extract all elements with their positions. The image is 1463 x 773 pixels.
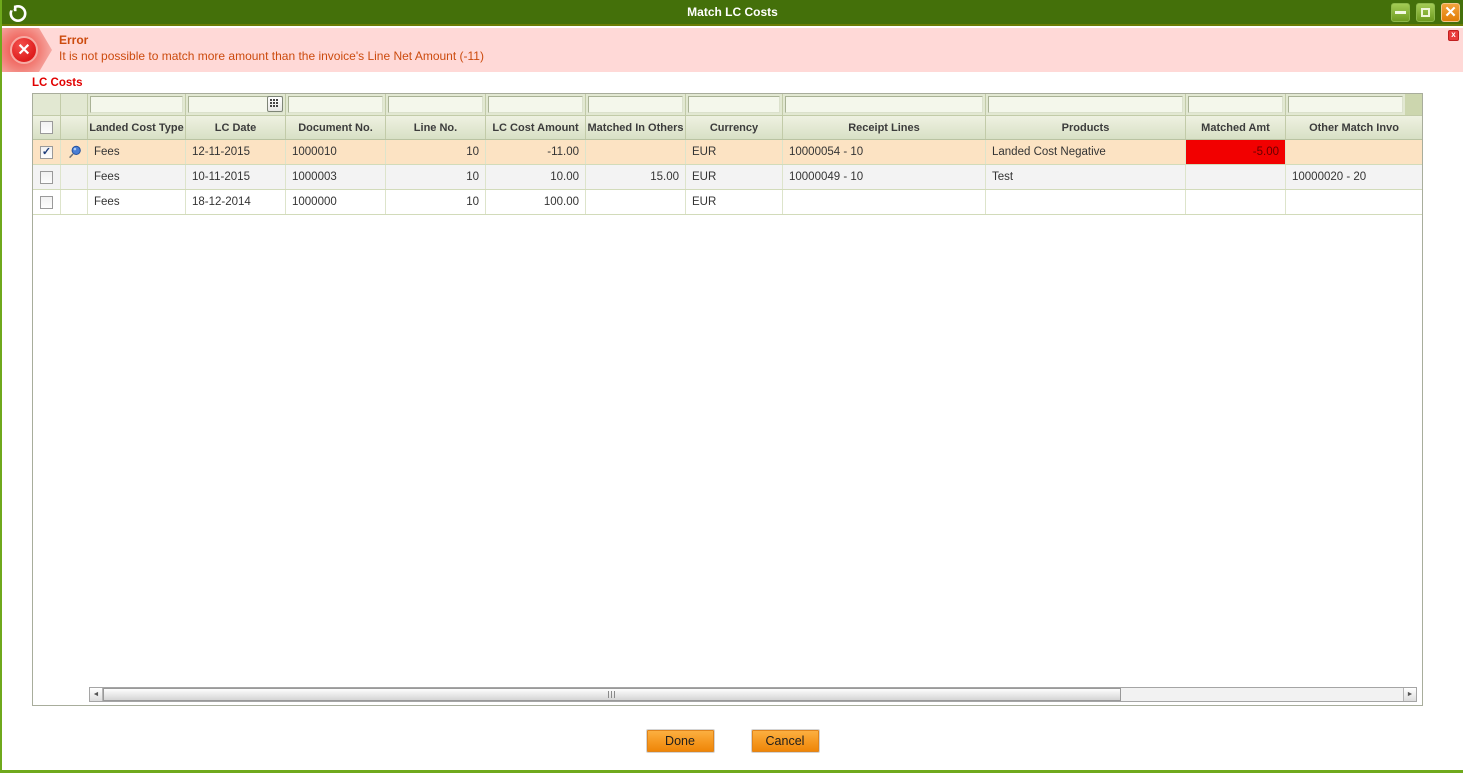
row-checkbox[interactable]: ✓ (40, 146, 53, 159)
cell-line-no: 10 (386, 140, 486, 164)
maximize-button[interactable] (1416, 3, 1435, 22)
col-landed-cost-type[interactable]: Landed Cost Type (88, 116, 186, 139)
pin-column-header[interactable] (61, 116, 88, 139)
done-button[interactable]: Done (646, 729, 715, 753)
minimize-icon (1395, 11, 1406, 14)
cell-lc-date: 10-11-2015 (186, 165, 286, 189)
cell-receipt-lines: 10000049 - 10 (783, 165, 986, 189)
cell-document-no: 1000000 (286, 190, 386, 214)
lc-costs-label: LC Costs (32, 77, 82, 89)
col-lc-cost-amount[interactable]: LC Cost Amount (486, 116, 586, 139)
col-document-no[interactable]: Document No. (286, 116, 386, 139)
filter-products[interactable] (986, 94, 1186, 115)
error-icon: ✕ (10, 36, 38, 64)
filter-matched-amt[interactable] (1186, 94, 1286, 115)
table-row[interactable]: Fees 18-12-2014 1000000 10 100.00 EUR (33, 190, 1422, 215)
error-title: Error (59, 33, 88, 47)
col-matched-amt[interactable]: Matched Amt (1186, 116, 1286, 139)
header-row: Landed Cost Type LC Date Document No. Li… (33, 116, 1422, 140)
cell-currency: EUR (686, 165, 783, 189)
col-lc-date[interactable]: LC Date (186, 116, 286, 139)
filter-cell-pin (61, 94, 88, 115)
grid-empty-area (33, 215, 1422, 705)
cell-matched-in-others (586, 190, 686, 214)
match-lc-costs-dialog: Match LC Costs ✕ ✕ Error It is not possi… (0, 0, 1463, 773)
close-button[interactable]: ✕ (1441, 3, 1460, 22)
col-products[interactable]: Products (986, 116, 1186, 139)
cancel-button[interactable]: Cancel (751, 729, 820, 753)
date-picker-icon[interactable] (267, 96, 283, 112)
cell-matched-amt (1186, 190, 1286, 214)
cell-currency: EUR (686, 190, 783, 214)
cell-matched-amt-error[interactable]: -5.00 (1186, 140, 1286, 164)
filter-line-no[interactable] (386, 94, 486, 115)
cell-other-match-invoice (1286, 190, 1422, 214)
col-other-match-invoice[interactable]: Other Match Invo (1286, 116, 1422, 139)
cell-lc-cost-amount: 10.00 (486, 165, 586, 189)
cell-matched-amt (1186, 165, 1286, 189)
window-title: Match LC Costs (2, 5, 1463, 19)
filter-currency[interactable] (686, 94, 783, 115)
cell-landed-cost-type: Fees (88, 140, 186, 164)
col-currency[interactable]: Currency (686, 116, 783, 139)
row-checkbox[interactable] (40, 196, 53, 209)
filter-row (33, 94, 1422, 116)
col-matched-in-others[interactable]: Matched In Others (586, 116, 686, 139)
filter-receipt-lines[interactable] (783, 94, 986, 115)
cell-lc-date: 18-12-2014 (186, 190, 286, 214)
cell-matched-in-others (586, 140, 686, 164)
horizontal-scrollbar[interactable]: ◄ ► (89, 687, 1417, 702)
cell-landed-cost-type: Fees (88, 165, 186, 189)
select-all-checkbox[interactable] (40, 121, 53, 134)
minimize-button[interactable] (1391, 3, 1410, 22)
scroll-left-icon[interactable]: ◄ (90, 688, 103, 701)
cell-other-match-invoice: 10000020 - 20 (1286, 165, 1422, 189)
filter-lc-date[interactable] (186, 94, 286, 115)
filter-cell-checkbox (33, 94, 61, 115)
cell-other-match-invoice (1286, 140, 1422, 164)
cell-lc-cost-amount: 100.00 (486, 190, 586, 214)
cell-line-no: 10 (386, 190, 486, 214)
footer: Done Cancel (2, 729, 1463, 753)
cell-lc-date: 12-11-2015 (186, 140, 286, 164)
table-row[interactable]: Fees 10-11-2015 1000003 10 10.00 15.00 E… (33, 165, 1422, 190)
openbravo-logo (8, 3, 28, 23)
col-receipt-lines[interactable]: Receipt Lines (783, 116, 986, 139)
select-all-header[interactable] (33, 116, 61, 139)
cell-products: Landed Cost Negative (986, 140, 1186, 164)
lc-costs-grid: Landed Cost Type LC Date Document No. Li… (32, 93, 1423, 706)
filter-document-no[interactable] (286, 94, 386, 115)
filter-landed-cost-type[interactable] (88, 94, 186, 115)
error-banner: ✕ Error It is not possible to match more… (2, 28, 1463, 72)
row-checkbox[interactable] (40, 171, 53, 184)
cell-currency: EUR (686, 140, 783, 164)
scrollbar-grip (608, 691, 616, 698)
table-row[interactable]: ✓ Fees 12-11-2015 1000010 10 -11.00 EUR … (33, 140, 1422, 165)
close-icon: ✕ (1444, 5, 1457, 20)
filter-filler (1405, 94, 1422, 115)
filter-lc-cost-amount[interactable] (486, 94, 586, 115)
pin-icon (67, 145, 82, 160)
cell-landed-cost-type: Fees (88, 190, 186, 214)
error-message: It is not possible to match more amount … (59, 49, 484, 63)
cell-document-no: 1000003 (286, 165, 386, 189)
title-bar: Match LC Costs ✕ (2, 0, 1463, 26)
col-line-no[interactable]: Line No. (386, 116, 486, 139)
cell-receipt-lines (783, 190, 986, 214)
error-dismiss-icon[interactable]: x (1448, 30, 1459, 41)
cell-matched-in-others: 15.00 (586, 165, 686, 189)
cell-line-no: 10 (386, 165, 486, 189)
filter-other-match-invoice[interactable] (1286, 94, 1422, 115)
scroll-right-icon[interactable]: ► (1403, 688, 1416, 701)
cell-products (986, 190, 1186, 214)
cell-products: Test (986, 165, 1186, 189)
cell-receipt-lines: 10000054 - 10 (783, 140, 986, 164)
filter-matched-in-others[interactable] (586, 94, 686, 115)
cell-document-no: 1000010 (286, 140, 386, 164)
maximize-icon (1421, 8, 1430, 17)
scrollbar-thumb[interactable] (103, 688, 1121, 701)
cell-lc-cost-amount: -11.00 (486, 140, 586, 164)
